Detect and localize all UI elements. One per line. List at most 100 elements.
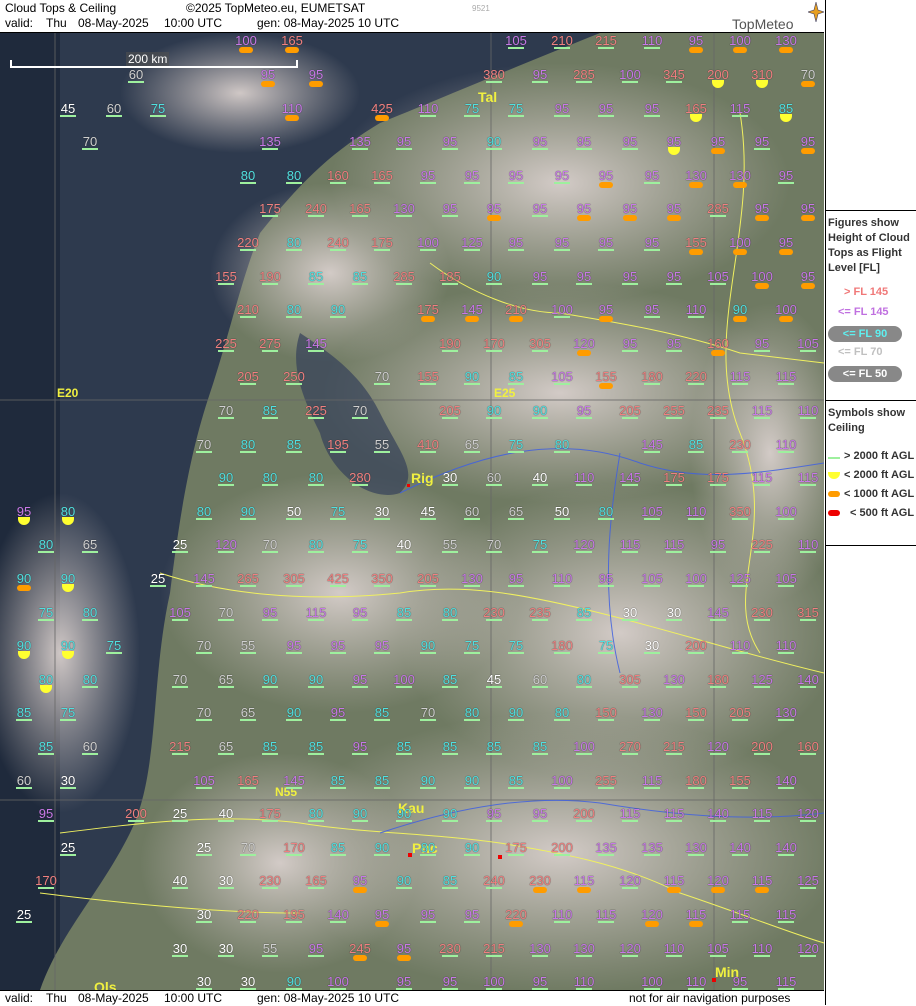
ceiling-symbol [800, 417, 816, 419]
ceiling-symbol [38, 887, 54, 889]
cloud-top-value: 95 [508, 235, 524, 250]
cloud-top-value: 255 [663, 403, 685, 418]
valid-label: valid: [5, 16, 34, 30]
cloud-top-value: 90 [420, 773, 436, 788]
ceiling-symbol [374, 451, 390, 453]
ceiling-symbol [644, 182, 660, 184]
cloud-top-value: 90 [532, 403, 548, 418]
cloud-top-value: 165 [281, 33, 303, 48]
cloud-top-value: 130 [641, 705, 663, 720]
cloud-top-value: 95 [622, 201, 638, 216]
ceiling-symbol [286, 316, 302, 318]
ceiling-symbol [532, 350, 548, 352]
cloud-top-value: 200 [573, 806, 595, 821]
ceiling-symbol [778, 518, 794, 520]
ceiling-symbol [733, 47, 747, 53]
cloud-top-value: 110 [775, 437, 797, 452]
cloud-top-value: 90 [286, 974, 302, 989]
footer-bar: valid: Thu 08-May-2025 10:00 UTC gen: 08… [0, 990, 824, 1006]
ceiling-symbol [508, 47, 524, 49]
ceiling-symbol [128, 81, 144, 83]
ceiling-symbol [754, 753, 770, 755]
cloud-top-value: 95 [508, 571, 524, 586]
cloud-top-value: 160 [327, 168, 349, 183]
cloud-top-value: 55 [262, 941, 278, 956]
cloud-top-value: 45 [60, 101, 76, 116]
ceiling-symbol [599, 316, 613, 322]
ceiling-title: Symbols show Ceiling [828, 407, 906, 434]
ceiling-symbol [754, 955, 770, 957]
cloud-top-value: 80 [308, 537, 324, 552]
ceiling-symbol [261, 81, 275, 87]
ceiling-symbol [262, 484, 278, 486]
cloud-top-value: 110 [573, 974, 595, 989]
ceiling-symbol [352, 484, 368, 486]
ceiling-symbol [352, 215, 368, 217]
cloud-top-value: 100 [551, 773, 573, 788]
ceiling-symbol [196, 652, 212, 654]
cloud-top-value: 115 [775, 907, 797, 922]
cloud-top-value: 25 [172, 537, 188, 552]
ceiling-symbol [352, 619, 368, 621]
cloud-top-value: 155 [729, 773, 751, 788]
cloud-top-value: 95 [486, 806, 502, 821]
ceiling-symbol [508, 115, 524, 117]
cloud-top-value: 90 [464, 773, 480, 788]
cloud-top-value: 85 [38, 739, 54, 754]
ceiling-symbol [532, 215, 548, 217]
ceiling-symbol [464, 182, 480, 184]
ceiling-symbol [308, 619, 324, 621]
ceiling-symbol [218, 350, 234, 352]
ceiling-symbol [508, 787, 524, 789]
cloud-top-value: 155 [595, 369, 617, 384]
ceiling-symbol [576, 283, 592, 285]
ceiling-symbol [554, 451, 570, 453]
cloud-top-value: 135 [641, 840, 663, 855]
cloud-top-value: 285 [393, 269, 415, 284]
cloud-top-value: 100 [775, 504, 797, 519]
ceiling-symbol [218, 955, 234, 957]
ceiling-symbol [532, 283, 548, 285]
cloud-top-value: 275 [259, 336, 281, 351]
ceiling-symbol [666, 350, 682, 352]
valid-date: 08-May-2025 [78, 16, 149, 30]
cloud-top-value: 40 [218, 806, 234, 821]
ceiling-symbol [330, 652, 346, 654]
ceiling-symbol [644, 47, 660, 49]
ceiling-symbol [710, 215, 726, 217]
cloud-top-value: 95 [464, 907, 480, 922]
cloud-top-value: 195 [327, 437, 349, 452]
cloud-top-value: 115 [685, 907, 707, 922]
cloud-top-value: 220 [505, 907, 527, 922]
cloud-top-value: 235 [707, 403, 729, 418]
cloud-top-value: 100 [417, 235, 439, 250]
cloud-top-value: 150 [595, 705, 617, 720]
ceiling-symbol [308, 820, 324, 822]
cloud-top-value: 95 [598, 302, 614, 317]
ceiling-symbol [353, 955, 367, 961]
cloud-top-value: 205 [619, 403, 641, 418]
legend-divider-mid [826, 400, 916, 401]
ceiling-symbol [486, 350, 502, 352]
cloud-top-value: 110 [685, 302, 707, 317]
cloud-top-value: 90 [464, 369, 480, 384]
ceiling-symbol [623, 215, 637, 221]
cloud-top-value: 110 [751, 941, 773, 956]
cloud-top-value: 95 [754, 134, 770, 149]
ceiling-symbol [420, 787, 436, 789]
ceiling-symbol [442, 686, 458, 688]
cloud-top-value: 70 [196, 705, 212, 720]
ceiling-symbol [532, 686, 548, 688]
cloud-top-value: 105 [797, 336, 819, 351]
cloud-top-value: 60 [128, 67, 144, 82]
ceiling-symbol [688, 854, 704, 856]
cloud-top-value: 110 [797, 537, 819, 552]
city-marker-east [498, 855, 502, 859]
cloud-top-value: 165 [371, 168, 393, 183]
cloud-top-value: 185 [439, 269, 461, 284]
ceiling-symbol [778, 182, 794, 184]
cloud-top-value: 85 [374, 773, 390, 788]
cloud-top-value: 120 [797, 941, 819, 956]
cloud-top-value: 45 [486, 672, 502, 687]
cloud-top-value: 70 [82, 134, 98, 149]
